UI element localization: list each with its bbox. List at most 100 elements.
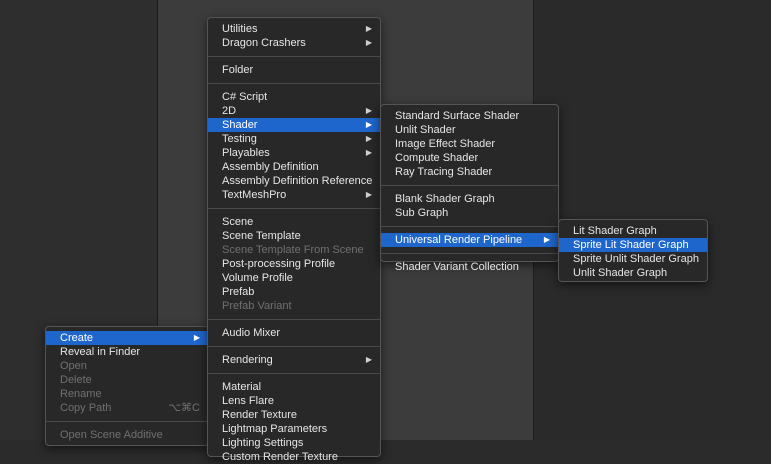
menu-item-label: Unlit Shader Graph — [573, 267, 668, 279]
menu-item-label: Image Effect Shader — [395, 138, 496, 150]
submenu-arrow-icon: ▶ — [365, 106, 372, 115]
menu-item-label: Utilities — [222, 23, 258, 35]
menu-item-delete: Delete — [46, 373, 208, 387]
menu-separator — [208, 83, 380, 84]
menu-item-compute-shader[interactable]: Compute Shader — [381, 151, 558, 165]
menu-item-csharp-script[interactable]: C# Script — [208, 90, 380, 104]
menu-item-2d[interactable]: 2D ▶ — [208, 104, 380, 118]
menu-item-utilities[interactable]: Utilities ▶ — [208, 22, 380, 36]
menu-item-blank-shader-graph[interactable]: Blank Shader Graph — [381, 192, 558, 206]
menu-item-assembly-definition[interactable]: Assembly Definition — [208, 160, 380, 174]
menu-item-lens-flare[interactable]: Lens Flare — [208, 394, 380, 408]
menu-item-label: Open Scene Additive — [60, 429, 163, 441]
menu-item-scene-template[interactable]: Scene Template — [208, 229, 380, 243]
menu-item-label: Rename — [60, 388, 102, 400]
menu-item-prefab-variant: Prefab Variant — [208, 299, 380, 313]
menu-item-label: Post-processing Profile — [222, 258, 336, 270]
menu-item-label: Shader Variant Collection — [395, 261, 519, 273]
menu-item-label: Dragon Crashers — [222, 37, 306, 49]
shader-submenu: Standard Surface Shader Unlit Shader Ima… — [380, 104, 559, 273]
menu-item-label: Ray Tracing Shader — [395, 166, 493, 178]
menu-item-unlit-shader-graph[interactable]: Unlit Shader Graph — [559, 266, 707, 280]
menu-item-label: Rendering — [222, 354, 273, 366]
menu-item-standard-surface-shader[interactable]: Standard Surface Shader — [381, 109, 558, 123]
menu-item-label: Sprite Lit Shader Graph — [573, 239, 689, 251]
menu-item-label: Lens Flare — [222, 395, 274, 407]
menu-item-label: C# Script — [222, 91, 268, 103]
menu-item-label: Material — [222, 381, 262, 393]
menu-item-label: Scene Template — [222, 230, 301, 242]
menu-item-sprite-unlit-shader-graph[interactable]: Sprite Unlit Shader Graph — [559, 252, 707, 266]
menu-item-lightmap-parameters[interactable]: Lightmap Parameters — [208, 422, 380, 436]
menu-item-label: Create — [60, 332, 94, 344]
menu-item-create[interactable]: Create ▶ — [46, 331, 208, 345]
menu-item-shader-variant-collection[interactable]: Shader Variant Collection — [381, 260, 558, 274]
menu-separator — [381, 253, 558, 254]
context-menu: Create ▶ Reveal in Finder Open Delete Re… — [45, 326, 209, 446]
menu-item-label: Scene — [222, 216, 254, 228]
menu-item-lighting-settings[interactable]: Lighting Settings — [208, 436, 380, 450]
menu-item-scene-template-from-scene: Scene Template From Scene — [208, 243, 380, 257]
submenu-arrow-icon: ▶ — [365, 190, 372, 199]
menu-item-image-effect-shader[interactable]: Image Effect Shader — [381, 137, 558, 151]
menu-item-label: Testing — [222, 133, 257, 145]
menu-item-unlit-shader[interactable]: Unlit Shader — [381, 123, 558, 137]
menu-item-textmeshpro[interactable]: TextMeshPro ▶ — [208, 188, 380, 202]
menu-item-assembly-definition-reference[interactable]: Assembly Definition Reference — [208, 174, 380, 188]
menu-item-label: Scene Template From Scene — [222, 244, 364, 256]
menu-item-label: Volume Profile — [222, 272, 293, 284]
menu-item-copy-path: Copy Path ⌥⌘C — [46, 401, 208, 415]
menu-item-label: Universal Render Pipeline — [395, 234, 523, 246]
menu-item-folder[interactable]: Folder — [208, 63, 380, 77]
menu-item-label: Playables — [222, 147, 270, 159]
menu-item-label: Sprite Unlit Shader Graph — [573, 253, 699, 265]
menu-item-universal-render-pipeline[interactable]: Universal Render Pipeline ▶ — [381, 233, 558, 247]
menu-item-custom-render-texture[interactable]: Custom Render Texture — [208, 450, 380, 464]
menu-separator — [208, 346, 380, 347]
menu-item-label: Prefab — [222, 286, 255, 298]
menu-item-rename: Rename — [46, 387, 208, 401]
menu-item-scene[interactable]: Scene — [208, 215, 380, 229]
menu-item-label: Render Texture — [222, 409, 298, 421]
menu-item-label: Lit Shader Graph — [573, 225, 657, 237]
menu-separator — [208, 208, 380, 209]
menu-item-rendering[interactable]: Rendering ▶ — [208, 353, 380, 367]
shortcut-label: ⌥⌘C — [168, 402, 200, 414]
menu-item-label: Custom Render Texture — [222, 451, 338, 463]
menu-item-label: 2D — [222, 105, 237, 117]
menu-item-sprite-lit-shader-graph[interactable]: Sprite Lit Shader Graph — [559, 238, 707, 252]
menu-item-prefab[interactable]: Prefab — [208, 285, 380, 299]
menu-item-label: Lightmap Parameters — [222, 423, 328, 435]
menu-item-label: Folder — [222, 64, 254, 76]
menu-item-label: Lighting Settings — [222, 437, 304, 449]
submenu-arrow-icon: ▶ — [365, 24, 372, 33]
submenu-arrow-icon: ▶ — [365, 120, 372, 129]
menu-item-label: Shader — [222, 119, 258, 131]
submenu-arrow-icon: ▶ — [365, 355, 372, 364]
menu-item-audio-mixer[interactable]: Audio Mixer — [208, 326, 380, 340]
menu-item-volume-profile[interactable]: Volume Profile — [208, 271, 380, 285]
menu-item-label: Standard Surface Shader — [395, 110, 520, 122]
urp-submenu: Lit Shader Graph Sprite Lit Shader Graph… — [558, 219, 708, 282]
submenu-arrow-icon: ▶ — [365, 148, 372, 157]
menu-item-label: Assembly Definition — [222, 161, 319, 173]
submenu-arrow-icon: ▶ — [365, 134, 372, 143]
menu-item-testing[interactable]: Testing ▶ — [208, 132, 380, 146]
menu-separator — [46, 421, 208, 422]
menu-item-render-texture[interactable]: Render Texture — [208, 408, 380, 422]
menu-item-post-processing-profile[interactable]: Post-processing Profile — [208, 257, 380, 271]
menu-item-dragon-crashers[interactable]: Dragon Crashers ▶ — [208, 36, 380, 50]
menu-item-playables[interactable]: Playables ▶ — [208, 146, 380, 160]
menu-item-label: Reveal in Finder — [60, 346, 141, 358]
menu-item-sub-graph[interactable]: Sub Graph — [381, 206, 558, 220]
menu-item-lit-shader-graph[interactable]: Lit Shader Graph — [559, 224, 707, 238]
menu-item-ray-tracing-shader[interactable]: Ray Tracing Shader — [381, 165, 558, 179]
menu-item-reveal-in-finder[interactable]: Reveal in Finder — [46, 345, 208, 359]
menu-separator — [208, 319, 380, 320]
menu-item-label: Compute Shader — [395, 152, 479, 164]
menu-item-material[interactable]: Material — [208, 380, 380, 394]
menu-item-shader[interactable]: Shader ▶ — [208, 118, 380, 132]
menu-item-label: Audio Mixer — [222, 327, 281, 339]
menu-item-open: Open — [46, 359, 208, 373]
menu-item-label: Open — [60, 360, 87, 372]
